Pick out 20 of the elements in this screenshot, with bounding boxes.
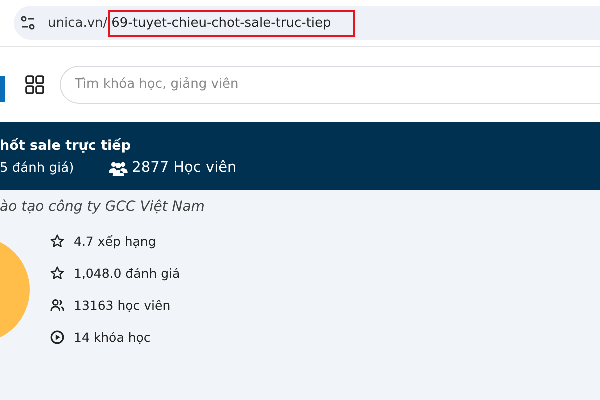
grid-icon[interactable] — [25, 74, 45, 94]
stat-text: 4.7 xếp hạng — [74, 234, 156, 248]
stat-text: 1,048.0 đánh giá — [74, 266, 180, 280]
instructor-subtitle: ào tạo công ty GCC Việt Nam — [0, 199, 206, 215]
student-count: 2877 Học viên — [132, 160, 237, 176]
rating-count: 5 đánh giá) — [0, 160, 74, 176]
play-icon — [50, 330, 65, 344]
logo-edge — [0, 76, 5, 102]
url-domain: unica.vn/ — [48, 16, 108, 30]
search-field[interactable]: Tìm khóa học, giảng viên — [60, 66, 600, 104]
users-icon — [109, 160, 128, 176]
site-settings-icon[interactable] — [20, 15, 36, 31]
course-title: hốt sale trực tiếp — [0, 138, 132, 154]
star-icon — [50, 266, 65, 280]
stat-text: 14 khóa học — [74, 330, 151, 344]
url-path: 69-tuyet-chieu-chot-sale-truc-tiep — [108, 10, 356, 36]
people-icon — [50, 298, 65, 312]
stat-text: 13163 học viên — [74, 298, 171, 312]
star-icon — [50, 234, 65, 248]
address-bar[interactable]: unica.vn/ 69-tuyet-chieu-chot-sale-truc-tiep — [14, 6, 600, 40]
